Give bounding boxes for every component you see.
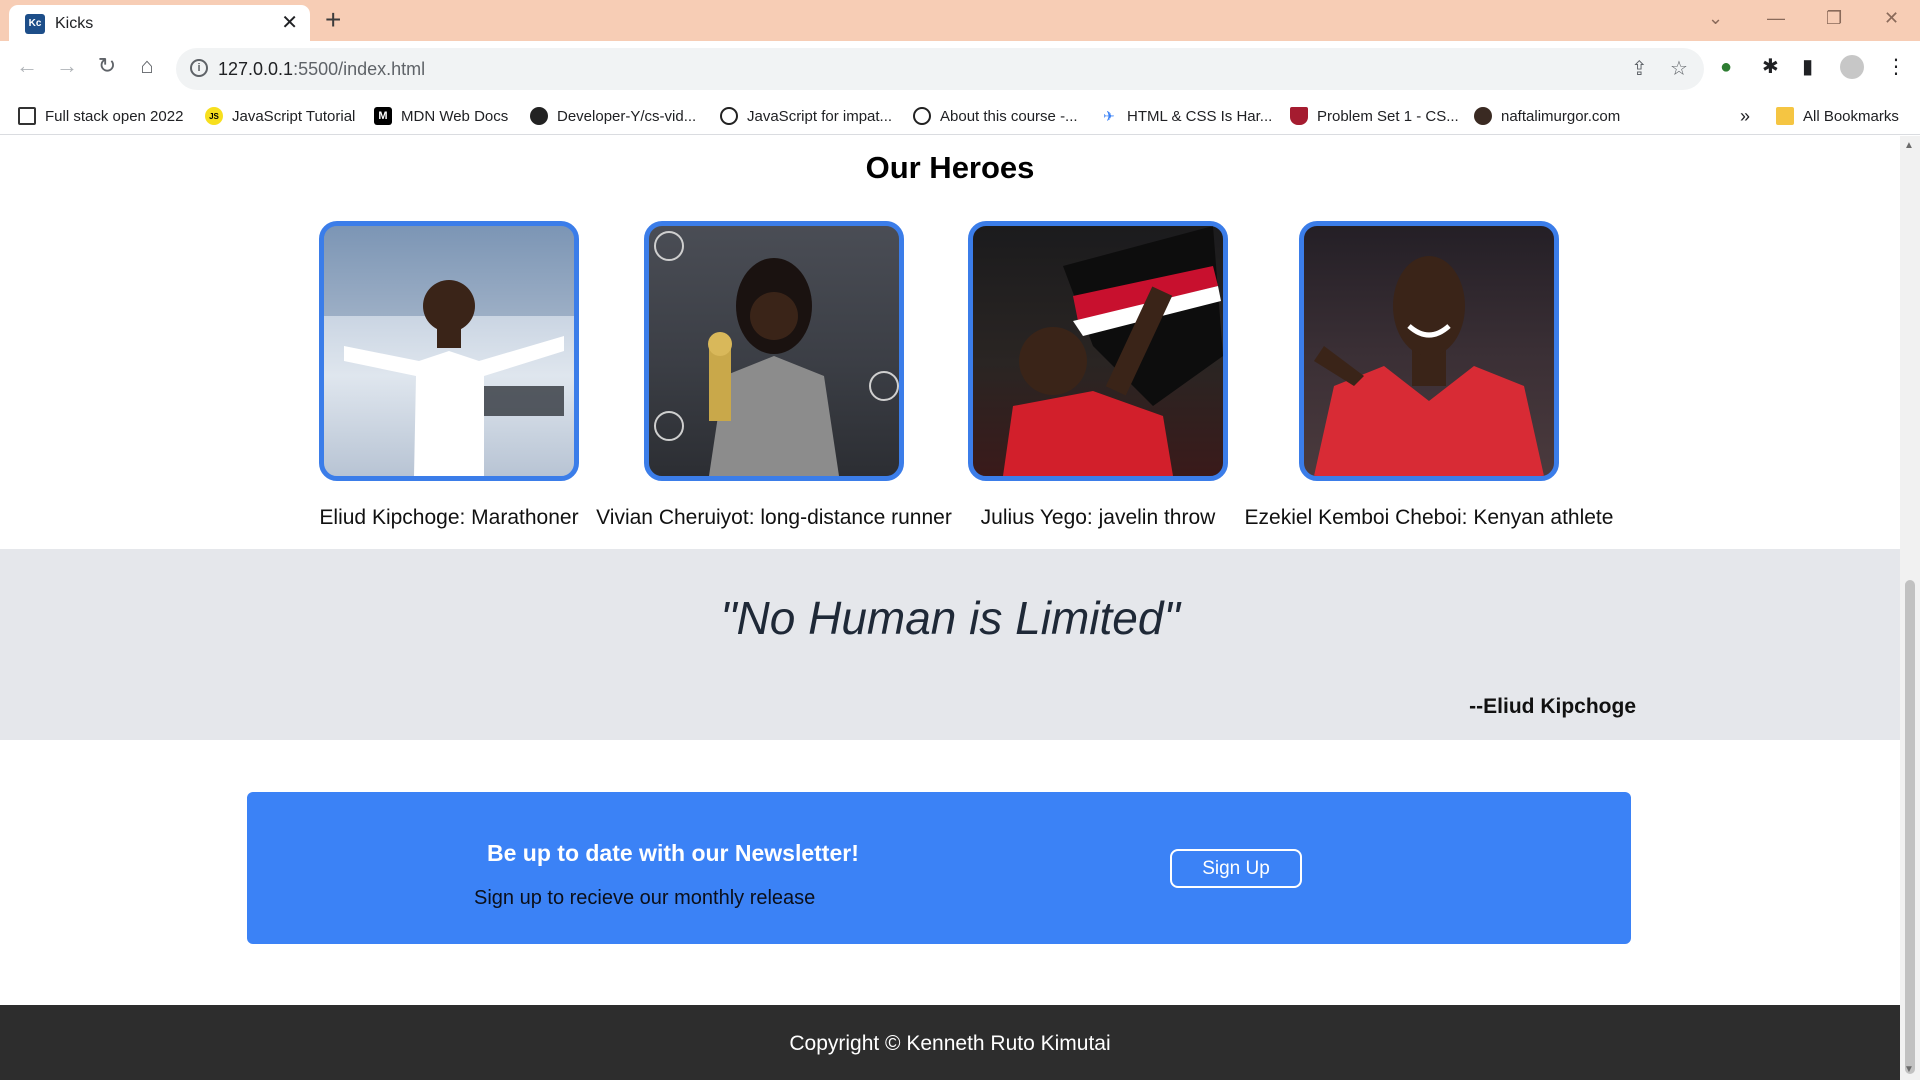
hero-caption: Eliud Kipchoge: Marathoner [319,506,579,529]
profile-avatar-icon[interactable] [1840,55,1864,79]
vivian-cheruiyot-photo [644,221,904,481]
heroes-heading: Our Heroes [865,150,1035,185]
page-icon [18,107,36,125]
bookmark-item[interactable]: naftalimurgor.com [1474,105,1620,127]
globe-icon [913,107,931,125]
forward-icon[interactable]: → [52,53,82,79]
bookmark-label: JavaScript for impat... [747,107,893,125]
bookmark-label: Problem Set 1 - CS... [1317,107,1459,125]
bookmark-label: JavaScript Tutorial [232,107,356,125]
close-window-icon[interactable]: ✕ [1884,8,1899,28]
bookmark-label: About this course -... [940,107,1078,125]
side-panel-icon[interactable]: ▮ [1802,55,1813,79]
url-host: 127.0.0.1 [218,59,294,79]
kicks-favicon-icon: Kc [25,14,45,34]
address-bar[interactable]: i 127.0.0.1:5500/index.html ⇪ ☆ [176,48,1704,90]
page-scrollbar[interactable]: ▲ ▼ [1900,136,1920,1080]
newsletter-banner: Be up to date with our Newsletter! Sign … [247,792,1631,944]
athlete-with-trophy-icon [654,231,899,476]
tab-title: Kicks [55,15,94,32]
quote-text: "No Human is Limited" [720,592,1180,644]
mdn-icon: M [374,107,392,125]
tab-strip: Kc Kicks ✕ + ⌄ — ❐ ✕ [0,0,1920,41]
bookmark-item[interactable]: JavaScript for impat... [720,105,892,127]
ezekiel-kemboi-photo [1299,221,1559,481]
bookmark-item[interactable]: About this course -... [913,105,1078,127]
url-path: :5500/index.html [293,59,426,79]
bookmark-item[interactable]: Developer-Y/cs-vid... [530,105,696,127]
plane-icon: ✈ [1103,107,1115,124]
bookmark-label: Developer-Y/cs-vid... [557,107,697,125]
restore-icon[interactable]: ❐ [1826,8,1842,28]
bookmark-label: HTML & CSS Is Har... [1127,107,1273,125]
person-icon [1474,107,1492,125]
hero-card: Eliud Kipchoge: Marathoner [319,221,579,529]
scroll-down-arrow-icon[interactable]: ▼ [1904,1064,1914,1076]
home-icon[interactable]: ⌂ [132,53,162,79]
page-footer: Copyright © Kenneth Ruto Kimutai [0,1005,1900,1080]
bookmark-item[interactable]: M MDN Web Docs [374,105,508,127]
julius-yego-photo [968,221,1228,481]
all-bookmarks-folder[interactable]: All Bookmarks [1776,105,1899,127]
athlete-with-flag-icon [1003,226,1223,476]
scroll-thumb[interactable] [1905,580,1915,1074]
new-tab-icon[interactable]: + [325,6,341,34]
bookmark-item[interactable]: ✈ HTML & CSS Is Har... [1100,105,1272,127]
eliud-kipchoge-photo [319,221,579,481]
sign-up-button[interactable]: Sign Up [1170,849,1302,888]
back-icon[interactable]: ← [12,53,42,79]
globe-icon [720,107,738,125]
hero-card: Julius Yego: javelin throw [968,221,1228,529]
runner-figure-icon [324,226,574,476]
tab-search-icon[interactable]: ⌄ [1708,8,1723,28]
url-text[interactable]: 127.0.0.1:5500/index.html [218,59,425,79]
newsletter-title: Be up to date with our Newsletter! [487,840,859,866]
bookmark-label: All Bookmarks [1803,107,1899,125]
bookmark-star-icon[interactable]: ☆ [1670,58,1688,80]
more-bookmarks-button[interactable]: » [1740,105,1750,127]
hero-caption: Ezekiel Kemboi Cheboi: Kenyan athlete [1244,506,1614,529]
extension-globe-icon[interactable]: ● [1720,55,1732,79]
scroll-up-arrow-icon[interactable]: ▲ [1904,140,1914,152]
menu-kebab-icon[interactable]: ⋮ [1886,55,1906,79]
shield-icon [1290,107,1308,125]
browser-toolbar: ← → ↻ ⌂ i 127.0.0.1:5500/index.html ⇪ ☆ … [0,41,1920,97]
quote-author: --Eliud Kipchoge [1469,695,1636,718]
bookmarks-bar: Full stack open 2022 JS JavaScript Tutori… [0,97,1920,135]
bookmark-label: MDN Web Docs [401,107,509,125]
hero-caption: Julius Yego: javelin throw [980,506,1216,529]
minimize-icon[interactable]: — [1767,8,1785,28]
hero-card: Ezekiel Kemboi Cheboi: Kenyan athlete [1245,221,1613,529]
bookmark-item[interactable]: Problem Set 1 - CS... [1290,105,1459,127]
bookmark-label: Full stack open 2022 [45,107,184,125]
site-info-icon[interactable]: i [190,59,208,77]
hero-card: Vivian Cheruiyot: long-distance runner [596,221,952,529]
extensions-puzzle-icon[interactable]: ✱ [1762,55,1779,79]
bookmark-item[interactable]: JS JavaScript Tutorial [205,105,355,127]
hero-caption: Vivian Cheruiyot: long-distance runner [596,506,952,529]
close-tab-icon[interactable]: ✕ [281,13,298,33]
newsletter-subtitle: Sign up to recieve our monthly release [474,887,816,909]
bookmark-item[interactable]: Full stack open 2022 [18,105,183,127]
reload-icon[interactable]: ↻ [92,53,122,79]
smiling-athlete-icon [1314,256,1544,476]
share-icon[interactable]: ⇪ [1631,58,1648,80]
copyright-text: Copyright © Kenneth Ruto Kimutai [789,1032,1111,1055]
folder-icon [1776,107,1794,125]
github-icon [530,107,548,125]
bookmark-label: naftalimurgor.com [1501,107,1621,125]
quote-section: "No Human is Limited" --Eliud Kipchoge [0,549,1900,740]
page-viewport: Our Heroes Eliud Kipchoge: Marathoner Vi… [0,136,1900,1080]
tab-kicks[interactable]: Kc Kicks ✕ [9,5,310,41]
js-icon: JS [205,107,223,125]
